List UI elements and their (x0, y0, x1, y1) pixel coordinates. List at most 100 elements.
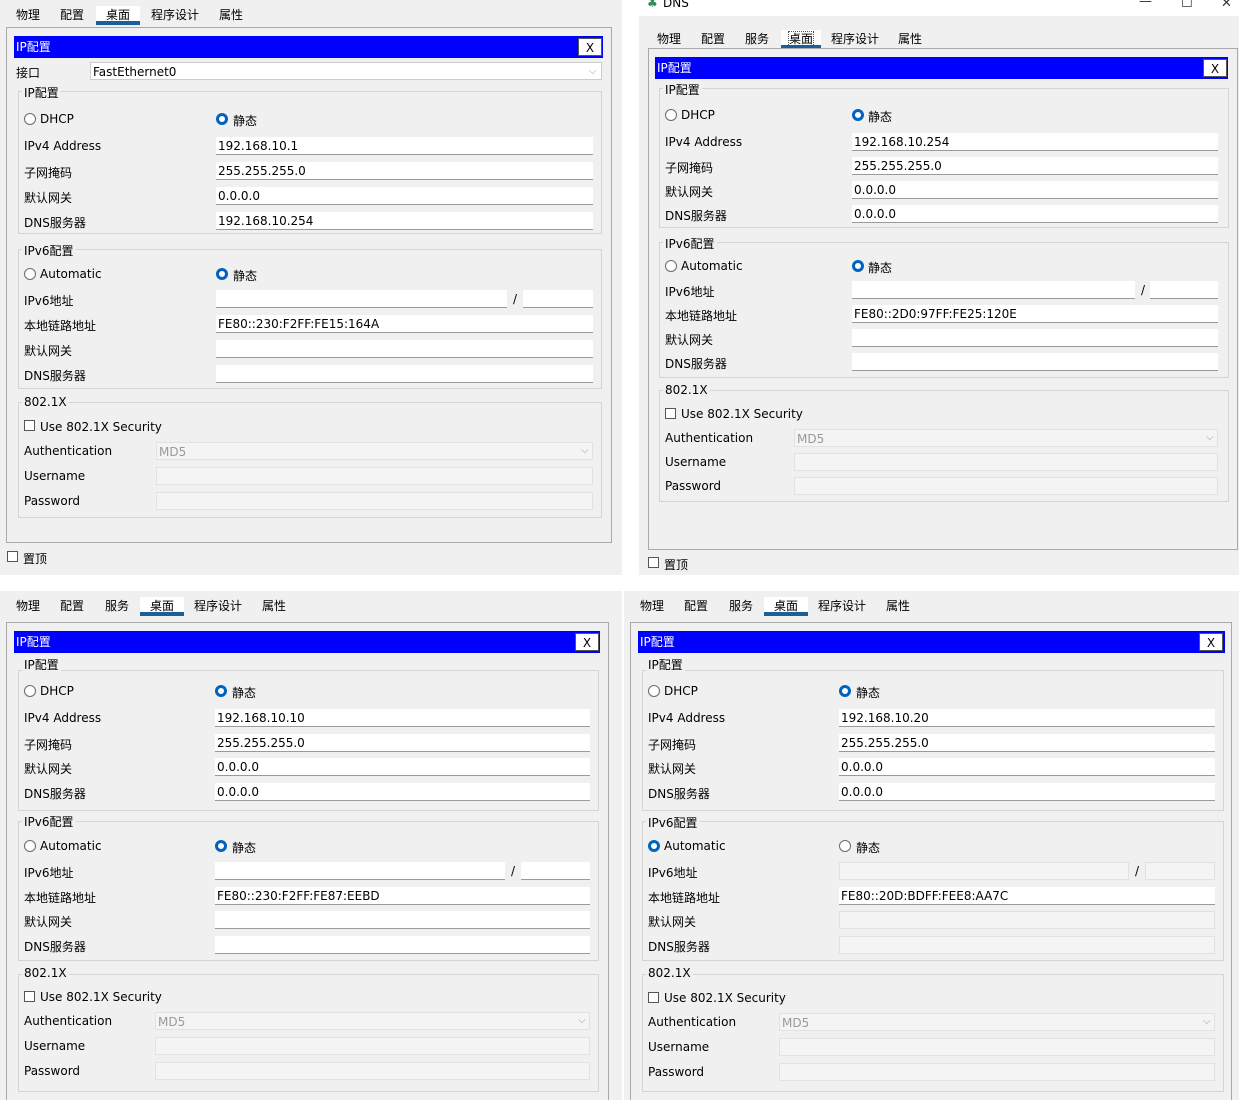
authentication-select[interactable]: MD5 (155, 1012, 590, 1030)
tab-services[interactable]: 服务 (725, 597, 757, 613)
username-field[interactable] (155, 1037, 590, 1055)
interface-select[interactable]: FastEthernet0 (90, 62, 602, 80)
default-gateway-field[interactable]: 0.0.0.0 (216, 187, 593, 205)
ipv6-gateway-field[interactable] (839, 911, 1215, 929)
tab-desktop[interactable]: 桌面 (140, 597, 184, 616)
tab-services[interactable]: 服务 (101, 597, 133, 613)
username-field[interactable] (779, 1038, 1215, 1056)
tab-desktop[interactable]: 桌面 (96, 6, 140, 25)
tab-config[interactable]: 配置 (56, 6, 88, 22)
tab-config[interactable]: 配置 (680, 597, 712, 613)
ipv6-automatic-radio[interactable] (24, 268, 36, 280)
default-gateway-field[interactable]: 0.0.0.0 (852, 181, 1218, 199)
use-8021x-checkbox[interactable] (24, 991, 35, 1002)
ipv6-static-radio[interactable] (216, 268, 228, 280)
dns-server-field[interactable]: 0.0.0.0 (215, 783, 590, 801)
password-field[interactable] (156, 492, 593, 510)
ipv6-gateway-field[interactable] (852, 329, 1218, 347)
tab-programming[interactable]: 程序设计 (827, 30, 883, 46)
chevron-down-icon[interactable]: ⌵ (589, 66, 597, 77)
tab-physical[interactable]: 物理 (12, 597, 44, 613)
minimize-button[interactable]: — (1139, 0, 1152, 9)
tab-desktop[interactable]: 桌面 (781, 30, 821, 49)
pin-top-checkbox[interactable] (7, 551, 18, 562)
subnet-mask-field[interactable]: 255.255.255.0 (839, 734, 1215, 752)
subnet-mask-field[interactable]: 255.255.255.0 (852, 157, 1218, 175)
pin-top-checkbox[interactable] (648, 557, 659, 568)
static-radio[interactable] (839, 685, 851, 697)
close-button[interactable]: X (1199, 633, 1223, 651)
static-radio[interactable] (216, 113, 228, 125)
tab-physical[interactable]: 物理 (636, 597, 668, 613)
ipv6-automatic-radio[interactable] (648, 840, 660, 852)
ipv4-address-field[interactable]: 192.168.10.254 (852, 133, 1218, 151)
ipv6-prefix-field[interactable] (1150, 281, 1218, 299)
ipv4-address-field[interactable]: 192.168.10.1 (216, 137, 593, 155)
dns-server-field[interactable]: 0.0.0.0 (839, 783, 1215, 801)
dhcp-radio[interactable] (24, 113, 36, 125)
link-local-field[interactable]: FE80::20D:BDFF:FEE8:AA7C (839, 887, 1215, 905)
ipv6-prefix-field[interactable] (523, 290, 593, 308)
ipv6-address-field[interactable] (216, 290, 507, 308)
default-gateway-field[interactable]: 0.0.0.0 (215, 758, 590, 776)
tab-programming[interactable]: 程序设计 (190, 597, 246, 613)
tab-config[interactable]: 配置 (56, 597, 88, 613)
ipv6-automatic-radio[interactable] (24, 840, 36, 852)
ipv6-static-radio[interactable] (839, 840, 851, 852)
subnet-mask-field[interactable]: 255.255.255.0 (215, 734, 590, 752)
tab-attributes[interactable]: 属性 (257, 597, 291, 613)
static-radio[interactable] (215, 685, 227, 697)
authentication-select[interactable]: MD5 (156, 442, 593, 460)
password-field[interactable] (155, 1062, 590, 1080)
use-8021x-checkbox[interactable] (665, 408, 676, 419)
link-local-field[interactable]: FE80::2D0:97FF:FE25:120E (852, 305, 1218, 323)
ipv6-gateway-field[interactable] (215, 911, 590, 929)
static-radio[interactable] (852, 109, 864, 121)
authentication-select[interactable]: MD5 (779, 1013, 1215, 1031)
tab-desktop[interactable]: 桌面 (764, 597, 808, 616)
username-field[interactable] (794, 453, 1218, 471)
ipv6-address-field[interactable] (852, 281, 1135, 299)
ipv6-gateway-field[interactable] (216, 340, 593, 358)
ipv6-address-field[interactable] (215, 862, 505, 880)
username-field[interactable] (156, 467, 593, 485)
dhcp-radio[interactable] (665, 109, 677, 121)
tab-physical[interactable]: 物理 (12, 6, 44, 22)
tab-programming[interactable]: 程序设计 (814, 597, 870, 613)
ipv6-static-radio[interactable] (852, 260, 864, 272)
tab-attributes[interactable]: 属性 (881, 597, 915, 613)
tab-physical[interactable]: 物理 (653, 30, 685, 46)
ipv4-address-field[interactable]: 192.168.10.20 (839, 709, 1215, 727)
close-button[interactable]: X (575, 633, 599, 651)
tab-programming[interactable]: 程序设计 (148, 6, 202, 22)
ipv6-prefix-field[interactable] (1145, 862, 1215, 880)
tab-services[interactable]: 服务 (741, 30, 773, 46)
link-local-field[interactable]: FE80::230:F2FF:FE87:EEBD (215, 887, 590, 905)
ipv6-static-radio[interactable] (215, 840, 227, 852)
ipv6-prefix-field[interactable] (521, 862, 590, 880)
ipv6-dns-field[interactable] (852, 353, 1218, 371)
ipv6-dns-field[interactable] (215, 936, 590, 954)
dhcp-radio[interactable] (648, 685, 660, 697)
dns-server-field[interactable]: 0.0.0.0 (852, 205, 1218, 223)
tab-attributes[interactable]: 属性 (214, 6, 248, 22)
ipv4-address-field[interactable]: 192.168.10.10 (215, 709, 590, 727)
subnet-mask-field[interactable]: 255.255.255.0 (216, 162, 593, 180)
authentication-select[interactable]: MD5 (794, 429, 1218, 447)
use-8021x-checkbox[interactable] (648, 992, 659, 1003)
default-gateway-field[interactable]: 0.0.0.0 (839, 758, 1215, 776)
ipv6-dns-field[interactable] (839, 936, 1215, 954)
ipv6-automatic-radio[interactable] (665, 260, 677, 272)
tab-attributes[interactable]: 属性 (893, 30, 927, 46)
password-field[interactable] (779, 1063, 1215, 1081)
ipv6-dns-field[interactable] (216, 365, 593, 383)
password-field[interactable] (794, 477, 1218, 495)
use-8021x-checkbox[interactable] (24, 420, 35, 431)
close-button[interactable]: X (578, 38, 602, 56)
ipv6-address-field[interactable] (839, 862, 1129, 880)
maximize-button[interactable]: ☐ (1181, 0, 1193, 11)
dhcp-radio[interactable] (24, 685, 36, 697)
window-close-button[interactable]: ✕ (1221, 0, 1232, 11)
dns-server-field[interactable]: 192.168.10.254 (216, 212, 593, 230)
link-local-field[interactable]: FE80::230:F2FF:FE15:164A (216, 315, 593, 333)
